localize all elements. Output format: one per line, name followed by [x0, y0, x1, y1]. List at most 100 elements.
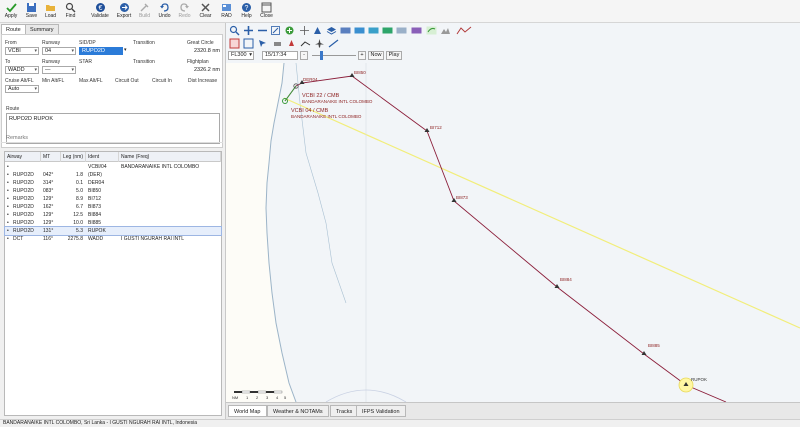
- redo-button[interactable]: Redo: [176, 1, 193, 22]
- time-slider-track[interactable]: [312, 55, 356, 56]
- table-row[interactable]: • RUPO2D 129° 12.5 BI884: [5, 211, 221, 219]
- layers-add-icon[interactable]: [284, 25, 295, 36]
- cell-mt: 129°: [43, 220, 54, 226]
- star-label: STAR: [79, 59, 92, 65]
- clear-button[interactable]: Clear: [197, 1, 214, 22]
- layers-icon[interactable]: [326, 25, 337, 36]
- remarks-field[interactable]: Remarks: [1, 134, 223, 143]
- time-slider-thumb[interactable]: [320, 51, 323, 60]
- help-label: Help: [241, 13, 252, 19]
- max-alt-label: Max Alt/FL: [79, 78, 103, 84]
- great-circle-label: Great Circle: [187, 40, 214, 46]
- table-row[interactable]: • RUPO2D 162° 6.7 BI873: [5, 203, 221, 211]
- zoom-in-icon[interactable]: [243, 25, 254, 36]
- build-button[interactable]: Build: [136, 1, 153, 22]
- triangle-icon[interactable]: [312, 25, 323, 36]
- airway-tool-icon[interactable]: [300, 38, 311, 49]
- terrain-icon[interactable]: [440, 25, 451, 36]
- chevron-down-icon[interactable]: ▾: [124, 47, 127, 53]
- landmass: [226, 63, 296, 402]
- zoom-icon[interactable]: [229, 25, 240, 36]
- undo-button[interactable]: Undo: [156, 1, 173, 22]
- circuit-in-label: Circuit In: [152, 78, 172, 84]
- runway-from-select[interactable]: 04 ▾: [42, 47, 76, 55]
- table-row[interactable]: • RUPO2D 314° 0.1 DER04: [5, 179, 221, 187]
- time-field[interactable]: 15/17:34: [262, 51, 298, 60]
- aircraft-icon[interactable]: [314, 38, 325, 49]
- tab-world-map[interactable]: World Map: [228, 405, 267, 417]
- awy-layer-icon[interactable]: [396, 25, 407, 36]
- zoom-out-icon[interactable]: [257, 25, 268, 36]
- vor-layer-icon[interactable]: [354, 25, 365, 36]
- ndb-layer-icon[interactable]: [340, 25, 351, 36]
- runway-to-select[interactable]: — ▾: [42, 66, 76, 74]
- cell-ident: RUPOK: [88, 228, 106, 234]
- table-row[interactable]: • VCBI/04 BANDARANAIKE INTL COLOMBO: [5, 163, 221, 171]
- cell-ident: DER04: [88, 180, 105, 186]
- wp-label-bi712: BI712: [430, 125, 442, 130]
- validate-icon: €: [95, 3, 105, 12]
- help-button[interactable]: ? Help: [238, 1, 255, 22]
- main-toolbar: Apply Save Load Find € Validate Export B…: [0, 0, 800, 23]
- save-button[interactable]: Save: [23, 1, 40, 22]
- validate-button[interactable]: € Validate: [88, 1, 112, 22]
- int-layer-icon[interactable]: [368, 25, 379, 36]
- move-icon[interactable]: [299, 25, 310, 36]
- clear-icon: [201, 3, 210, 12]
- checkmark-icon: [5, 3, 17, 13]
- cell-leg: 6.7: [76, 204, 83, 210]
- print-icon[interactable]: [272, 38, 283, 49]
- apply-button[interactable]: Apply: [2, 1, 20, 22]
- table-row[interactable]: • RUPO2D 129° 10.0 BI885: [5, 219, 221, 227]
- export-button[interactable]: Export: [115, 1, 133, 22]
- time-plus-button[interactable]: +: [358, 51, 366, 60]
- select-icon[interactable]: [257, 38, 268, 49]
- map-canvas[interactable]: DER04 BI850 BI712 BI873 BI884 BI885 RUPO…: [226, 23, 800, 402]
- col-mt[interactable]: MT: [41, 152, 61, 162]
- from-label: From: [5, 40, 17, 46]
- cell-leg: 5.3: [76, 228, 83, 234]
- col-name[interactable]: Name (Freq): [119, 152, 221, 162]
- waypoint-tool-icon[interactable]: [286, 38, 297, 49]
- find-button[interactable]: Find: [62, 1, 79, 22]
- fit-icon[interactable]: [270, 25, 281, 36]
- from-field[interactable]: VCBI ▾: [5, 47, 39, 55]
- apt-layer-icon[interactable]: [382, 25, 393, 36]
- fir-layer-icon[interactable]: [411, 25, 422, 36]
- col-ident[interactable]: Ident: [86, 152, 119, 162]
- col-leg[interactable]: Leg (nm): [61, 152, 86, 162]
- col-airway[interactable]: Airway: [5, 152, 41, 162]
- profile-icon[interactable]: [456, 25, 472, 36]
- status-bar: BANDARANAIKE INTL COLOMBO, Sri Lanka - I…: [0, 419, 800, 427]
- tab-ifps-validation[interactable]: IFPS Validation: [356, 405, 406, 417]
- map-grid-icon[interactable]: [229, 38, 240, 49]
- table-row[interactable]: • RUPO2D 083° 5.0 BI850: [5, 187, 221, 195]
- load-button[interactable]: Load: [42, 1, 59, 22]
- close-button[interactable]: Close: [258, 1, 275, 22]
- flight-level-select[interactable]: FL300 ▾: [228, 51, 254, 60]
- to-value: WADD: [8, 67, 25, 73]
- close-label: Close: [260, 13, 273, 19]
- table-row[interactable]: • RUPO2D 131° 5.3 RUPOK: [4, 226, 222, 236]
- table-row[interactable]: • RUPO2D 042° 1.8 (DER): [5, 171, 221, 179]
- tab-summary[interactable]: Summary: [25, 24, 59, 34]
- to-field[interactable]: WADD ▾: [5, 66, 39, 74]
- play-button[interactable]: Play: [386, 51, 402, 60]
- wind-icon[interactable]: [426, 25, 437, 36]
- tab-tracks[interactable]: Tracks: [330, 405, 359, 417]
- sid-select[interactable]: RUPO2D: [79, 47, 123, 55]
- tab-weather-notams[interactable]: Weather & NOTAMs: [267, 405, 329, 417]
- to-label: To: [5, 59, 11, 65]
- rad-label: RAD: [221, 13, 232, 19]
- map-frame-icon[interactable]: [243, 38, 254, 49]
- rad-button[interactable]: RAD: [218, 1, 235, 22]
- measure-icon[interactable]: [328, 38, 339, 49]
- cell-airway: RUPO2D: [13, 220, 34, 226]
- now-button[interactable]: Now: [368, 51, 384, 60]
- table-row[interactable]: • RUPO2D 129° 8.9 BI712: [5, 195, 221, 203]
- cruise-select[interactable]: Auto ▾: [5, 85, 39, 93]
- table-row[interactable]: • DCT 116° 2275.8 WADD I GUSTI NGURAH RAI INT…: [5, 235, 221, 243]
- time-minus-button[interactable]: -: [300, 51, 308, 60]
- cell-leg: 8.9: [76, 196, 83, 202]
- airport1-name: BANDARANAIKE INTL COLOMBO: [302, 99, 373, 104]
